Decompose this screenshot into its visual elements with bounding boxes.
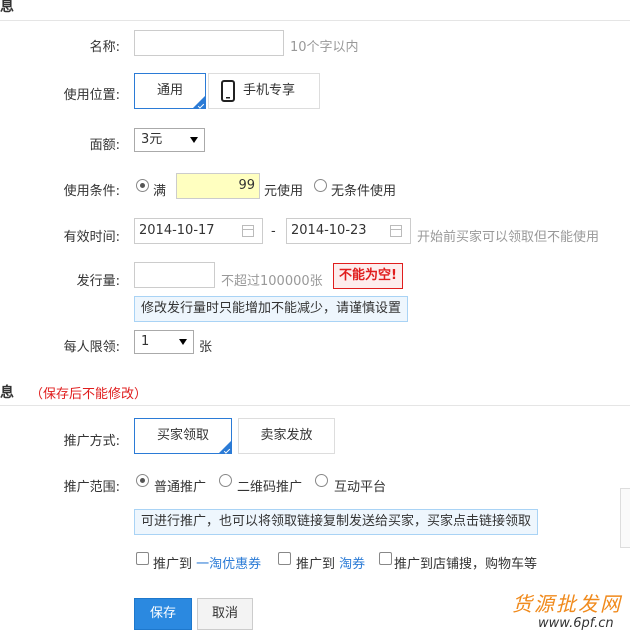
chevron-down-icon [179, 339, 187, 345]
condition-prefix: 满 [153, 184, 167, 199]
range-radio-qrcode[interactable] [219, 474, 232, 487]
position-option-mobile[interactable]: 手机专享 [208, 73, 320, 109]
amount-select[interactable]: 3元 [134, 128, 205, 152]
position-option-mobile-label: 手机专享 [243, 83, 296, 98]
issue-label: 发行量: [76, 274, 120, 289]
condition-unconditional-label: 无条件使用 [331, 184, 397, 199]
amount-label: 面额: [89, 138, 120, 153]
section-divider [0, 20, 630, 21]
range-normal-label: 普通推广 [154, 480, 207, 495]
name-hint: 10个字以内 [290, 40, 359, 55]
range-interactive-label: 互动平台 [334, 480, 387, 495]
phone-icon [221, 80, 235, 102]
cancel-button[interactable]: 取消 [197, 598, 253, 630]
issue-tip: 修改发行量时只能增加不能减少，请谨慎设置 [134, 296, 409, 322]
calendar-icon [242, 225, 254, 237]
threshold-input[interactable]: 99 [176, 173, 260, 199]
position-label: 使用位置: [63, 88, 120, 103]
range-qrcode-label: 二维码推广 [237, 480, 303, 495]
promo-method-buyer[interactable]: 买家领取 [134, 418, 232, 454]
chevron-down-icon [190, 137, 198, 143]
issue-error-badge: 不能为空! [333, 263, 403, 289]
limit-select-value: 1 [141, 334, 150, 349]
condition-radio-unconditional[interactable] [314, 179, 327, 192]
condition-radio-threshold[interactable] [136, 179, 149, 192]
range-tip: 可进行推广，也可以将领取链接复制发送给买家，买家点击链接领取 [134, 509, 539, 535]
watermark-url: www.6pf.cn [538, 616, 614, 631]
position-option-general[interactable]: 通用 [134, 73, 206, 109]
promo-method-buyer-label: 买家领取 [156, 428, 209, 443]
valid-label: 有效时间: [63, 230, 120, 245]
checkbox-yitao[interactable] [136, 552, 149, 565]
checkbox-taoquan[interactable] [278, 552, 291, 565]
side-panel-edge [620, 488, 630, 548]
promo-range-label: 推广范围: [63, 480, 120, 495]
checkbox-taoquan-prefix: 推广到 [296, 557, 336, 572]
section-title-basic: 息 [0, 0, 14, 15]
calendar-icon [390, 225, 402, 237]
limit-select[interactable]: 1 [134, 330, 194, 354]
checkbox-shop-search[interactable] [379, 552, 392, 565]
section-title-promo: 息 [0, 385, 14, 401]
section-divider [0, 405, 630, 406]
date-separator: - [271, 224, 276, 239]
promo-method-seller[interactable]: 卖家发放 [238, 418, 335, 454]
taoquan-link[interactable]: 淘券 [339, 557, 365, 572]
watermark-logo: 货源批发网 [512, 592, 622, 616]
section-note: （保存后不能修改） [30, 387, 148, 402]
limit-unit: 张 [199, 340, 213, 355]
valid-hint: 开始前买家可以领取但不能使用 [417, 230, 600, 245]
start-date-input[interactable]: 2014-10-17 [134, 218, 263, 244]
start-date-value: 2014-10-17 [139, 223, 215, 238]
checkbox-yitao-label: 推广到 一淘优惠券 [153, 553, 261, 572]
limit-label: 每人限领: [63, 340, 120, 355]
save-button[interactable]: 保存 [134, 598, 192, 630]
promo-method-seller-label: 卖家发放 [260, 428, 313, 443]
amount-select-value: 3元 [141, 132, 163, 147]
condition-label: 使用条件: [63, 184, 120, 199]
yitao-coupon-link[interactable]: 一淘优惠券 [196, 557, 261, 572]
checkbox-shop-search-label: 推广到店铺搜，购物车等 [394, 557, 538, 572]
checkbox-yitao-prefix: 推广到 [153, 557, 193, 572]
checkbox-taoquan-label: 推广到 淘券 [296, 553, 365, 572]
position-option-general-label: 通用 [156, 83, 183, 98]
issue-hint: 不超过100000张 [221, 274, 323, 289]
range-radio-interactive[interactable] [315, 474, 328, 487]
name-label: 名称: [89, 40, 120, 55]
promo-method-label: 推广方式: [63, 434, 120, 449]
end-date-value: 2014-10-23 [291, 223, 367, 238]
end-date-input[interactable]: 2014-10-23 [286, 218, 411, 244]
name-input[interactable] [134, 30, 284, 56]
range-radio-normal[interactable] [136, 474, 149, 487]
issue-input[interactable] [134, 262, 215, 288]
condition-suffix: 元使用 [264, 184, 304, 199]
